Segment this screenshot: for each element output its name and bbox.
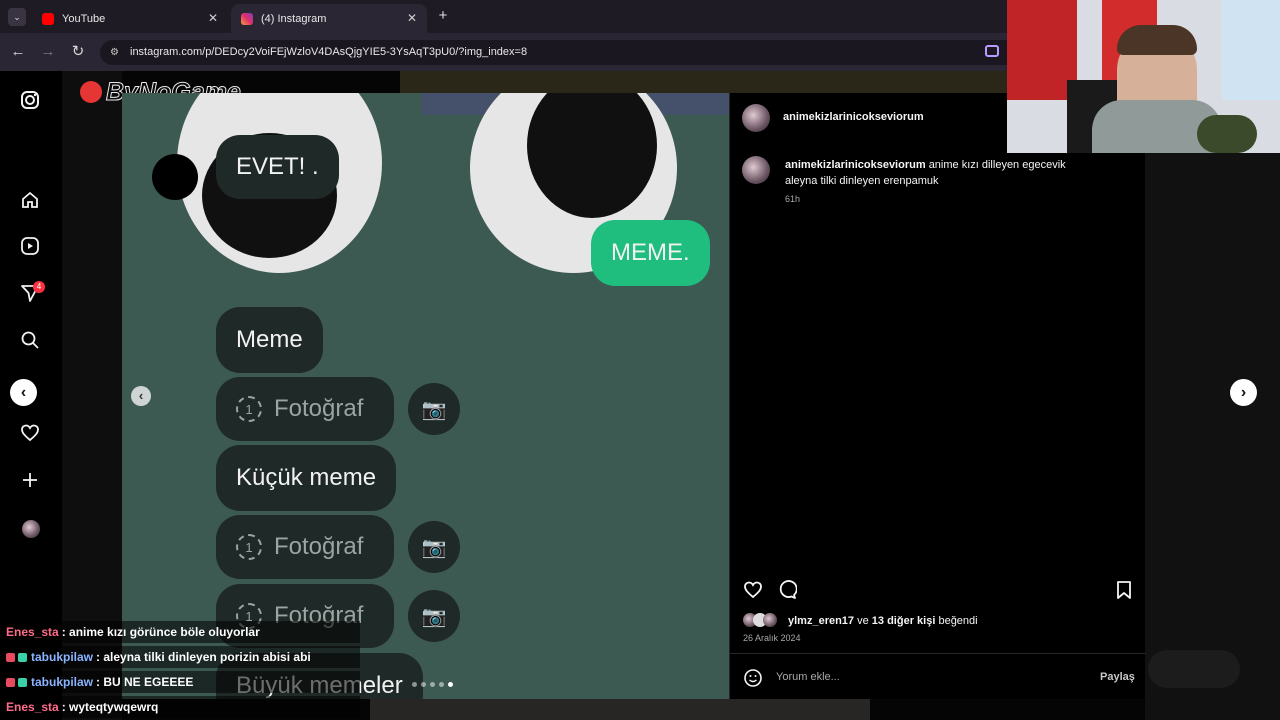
photo-label: Fotoğraf [274,395,364,422]
photo-label: Fotoğraf [274,533,364,560]
chat-message: Enes_sta : anime kızı görünce böle oluyo… [0,621,360,643]
comment-icon[interactable] [777,580,798,605]
heart-icon[interactable] [18,423,42,447]
post-details-panel: animekizlarinicokseviorum animekizlarini… [729,93,1146,699]
caption-username[interactable]: animekizlarinicokseviorum [785,159,926,171]
tab-list-dropdown[interactable]: ⌄ [8,8,26,26]
reels-icon[interactable] [18,236,42,260]
liked-by-avatars [743,613,787,627]
photo-message: 1 Fotoğraf [216,377,394,441]
instagram-favicon-icon [241,12,253,25]
caption-time: 61h [785,194,801,204]
forward-arrow-icon[interactable]: → [38,42,58,62]
streamer-hair [1117,25,1197,55]
message-bubble: Küçük meme [216,445,397,511]
carousel-prev-button[interactable]: ‹ [131,386,151,406]
chat-message: Enes_sta : wyteqtywqewrq [0,696,360,718]
liked-by-and: ve [857,615,869,627]
chat-username: tabukpilaw [31,650,94,664]
tab-title: (4) Instagram [261,12,327,25]
message-bubble: Meme [216,307,323,373]
chevron-left-icon[interactable]: ‹ [10,379,37,406]
post-media: EVET! . MEME. Meme 1 Fotoğraf 📷 Küçük me… [122,93,729,699]
chat-text: : wyteqtywqewrq [61,700,159,714]
chat-text: : BU NE EGEEEE [96,675,194,689]
chat-badge-icon [6,652,15,662]
messages-avatars[interactable] [1148,650,1240,688]
message-text: Meme [236,326,303,353]
site-info-icon[interactable]: ⚙ [110,40,119,65]
youtube-favicon-icon [42,12,54,25]
search-icon[interactable] [18,330,42,354]
author-avatar[interactable] [742,104,770,132]
chat-badge-icon [18,652,27,662]
chat-badge-icon [6,677,15,687]
chat-text: : aleyna tilki dinleyen porizin abisi ab… [96,650,311,664]
message-text: Küçük meme [236,464,377,491]
chat-text: : anime kızı görünce böle oluyorlar [61,625,260,639]
carousel-dots [412,682,453,687]
notification-badge: 4 [33,281,45,293]
next-post-button[interactable]: › [1230,379,1257,406]
plant [1197,115,1257,153]
liked-by: ylmz_eren17 ve 13 diğer kişi beğendi [788,615,978,627]
caption-line-1: anime kızı dilleyen egecevik [928,159,1066,171]
chat-badge-icon [18,677,27,687]
chat-message: tabukpilaw : BU NE EGEEEE [0,671,360,693]
webcam-overlay [1007,0,1280,153]
camera-icon: 📷 [408,521,460,573]
message-bubble: EVET! . [216,135,339,199]
plus-icon[interactable] [18,470,42,494]
chat-username: Enes_sta [6,625,59,639]
like-heart-icon[interactable] [743,580,763,605]
close-tab-icon[interactable]: ✕ [208,11,218,25]
poster-decoration [1222,0,1280,100]
chat-avatar [152,154,198,200]
instagram-icon[interactable] [18,90,42,114]
install-app-icon[interactable] [985,45,999,57]
caption-line-2: aleyna tilki dinleyen erenpamuk [785,175,939,187]
profile-avatar[interactable] [22,520,40,538]
liked-by-others[interactable]: 13 diğer kişi [872,615,936,627]
tab-youtube[interactable]: YouTube ✕ [32,4,228,33]
message-text: EVET! . [236,153,319,180]
home-icon[interactable] [18,190,42,214]
modal-overlay[interactable] [1145,150,1280,720]
comment-input[interactable]: Yorum ekle... [776,671,1076,687]
message-bubble-sent: MEME. [591,220,710,286]
background-feed-strip [370,698,870,720]
caption: animekizlarinicokseviorum anime kızı dil… [785,157,1125,189]
new-tab-button[interactable]: + [435,8,451,24]
liked-by-username[interactable]: ylmz_eren17 [788,615,854,627]
timer-icon: 1 [236,396,262,422]
tab-title: YouTube [62,12,106,25]
chat-username: tabukpilaw [31,675,94,689]
close-tab-icon[interactable]: ✕ [407,11,417,25]
url-field[interactable]: ⚙ instagram.com/p/DEDcy2VoiFEjWzloV4DAsQ… [100,40,1040,65]
share-button[interactable]: Paylaş [1100,671,1135,683]
background-feed-strip [400,71,1040,93]
url-text: instagram.com/p/DEDcy2VoiFEjWzloV4DAsQjg… [130,46,528,58]
camera-icon: 📷 [408,590,460,642]
timer-icon: 1 [236,534,262,560]
chat-username: Enes_sta [6,700,59,714]
caption-avatar[interactable] [742,156,770,184]
camera-icon: 📷 [408,383,460,435]
message-text: MEME. [611,239,690,266]
back-arrow-icon[interactable]: ← [8,42,28,62]
prev-post-button[interactable]: ‹ [10,379,37,406]
chat-message: tabukpilaw : aleyna tilki dinleyen poriz… [0,646,360,668]
save-bookmark-icon[interactable] [1114,580,1134,605]
author-username[interactable]: animekizlarinicokseviorum [783,111,924,123]
photo-message: 1 Fotoğraf [216,515,394,579]
liked-by-suffix: beğendi [938,615,978,627]
post-date: 26 Aralık 2024 [743,633,801,643]
bynogame-logo-icon [80,81,102,103]
emoji-icon[interactable] [743,668,763,693]
comment-divider [730,653,1146,654]
reload-icon[interactable]: ↻ [68,42,88,62]
chevron-right-icon[interactable]: › [1230,379,1257,406]
tab-instagram[interactable]: (4) Instagram ✕ [231,4,427,33]
